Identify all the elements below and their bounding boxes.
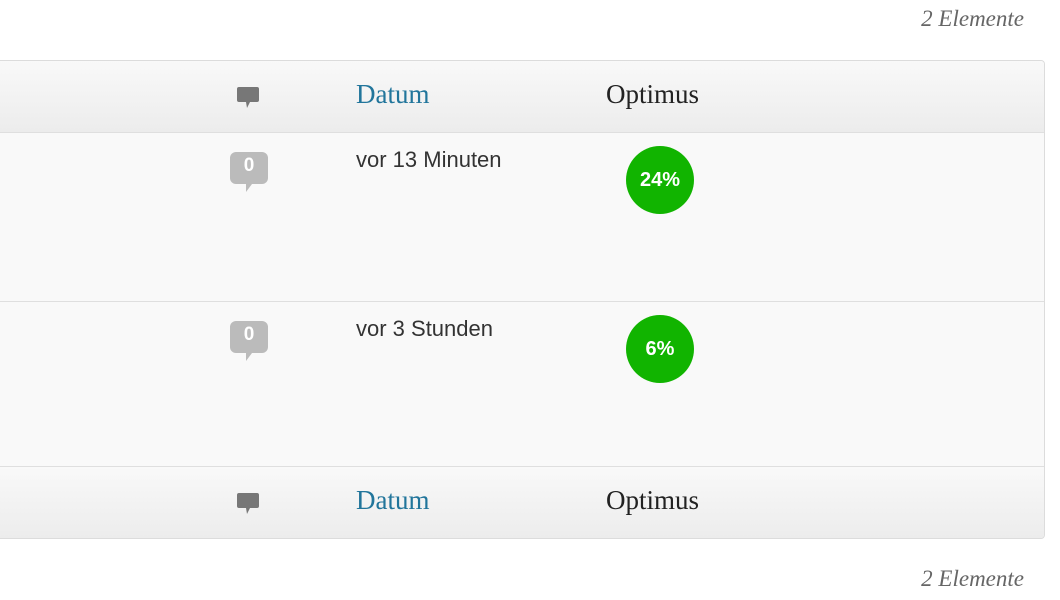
- optimus-savings-badge: 24%: [626, 146, 694, 214]
- comment-bubble-icon[interactable]: [236, 491, 260, 515]
- items-count-top: 2 Elemente: [921, 6, 1024, 31]
- column-optimus-header: Optimus: [606, 485, 700, 515]
- comment-count-bubble[interactable]: 0: [230, 321, 268, 361]
- table-header: Datum Optimus: [0, 61, 1044, 133]
- comment-count-bubble[interactable]: 0: [230, 152, 268, 192]
- items-count-bottom: 2 Elemente: [921, 566, 1024, 591]
- column-date-sort-link[interactable]: Datum: [356, 79, 430, 110]
- comment-bubble-icon[interactable]: [236, 85, 260, 109]
- table-footer: Datum Optimus: [0, 466, 1044, 538]
- posts-table: Datum Optimus 0 vor 13 Minuten 24% 0 vor…: [0, 60, 1045, 539]
- table-row: 0 vor 13 Minuten 24%: [0, 133, 1044, 302]
- post-date: vor 3 Stunden: [356, 316, 493, 341]
- optimus-savings-badge: 6%: [626, 315, 694, 383]
- column-date-sort-link[interactable]: Datum: [356, 485, 430, 516]
- post-date: vor 13 Minuten: [356, 147, 502, 172]
- column-optimus-header: Optimus: [606, 79, 700, 109]
- table-row: 0 vor 3 Stunden 6%: [0, 302, 1044, 465]
